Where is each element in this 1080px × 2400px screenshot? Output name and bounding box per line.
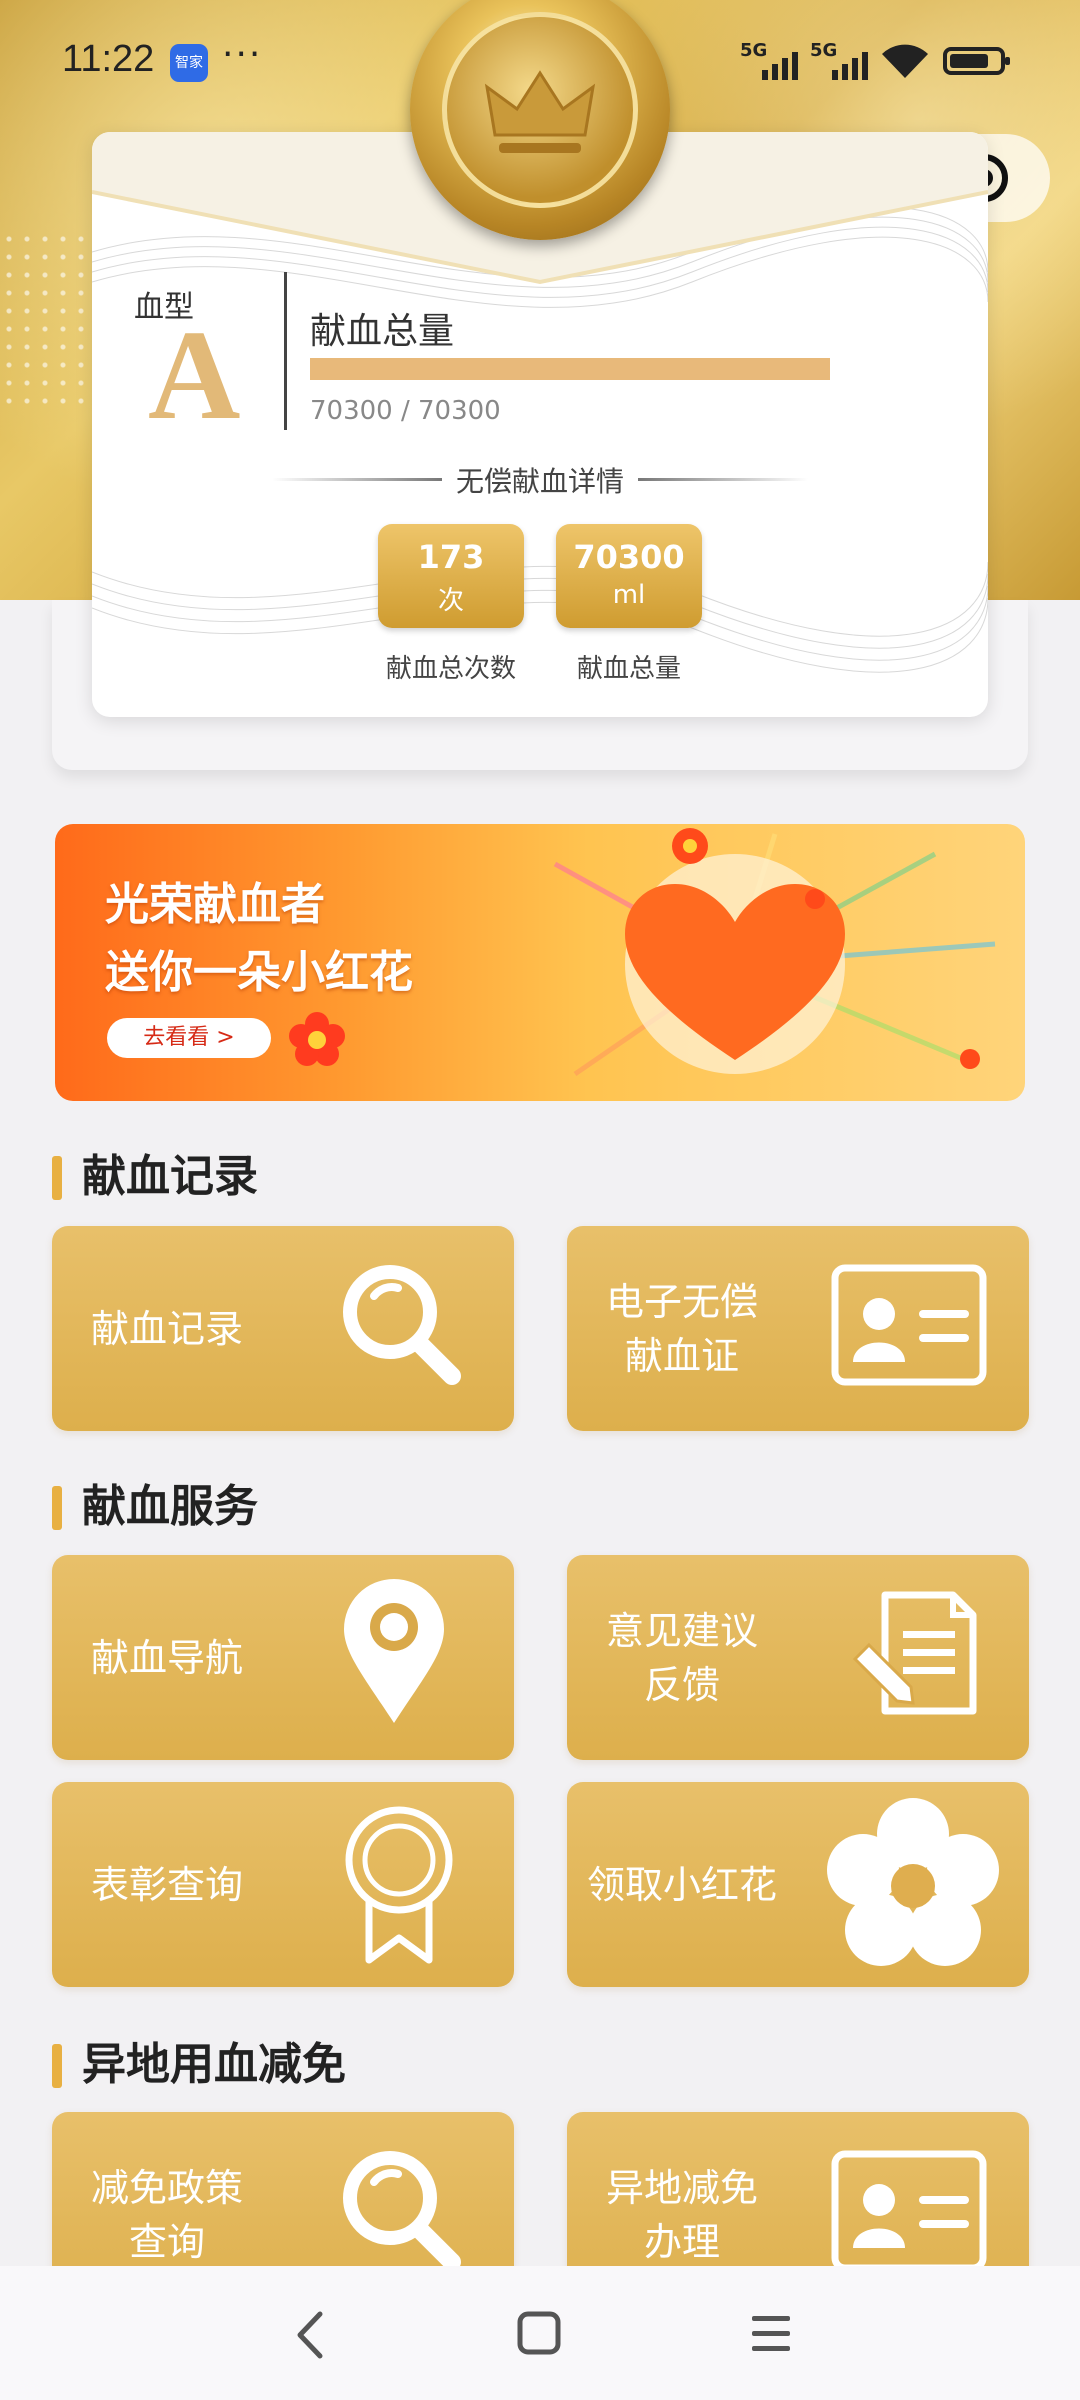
tile-label: 电子无偿 献血证 [605, 1279, 758, 1378]
status-more-icon: ··· [222, 34, 263, 75]
stat-count-badge: 173 次 [378, 524, 524, 628]
system-navigation-bar [0, 2266, 1080, 2400]
total-volume-value: 70300 / 70300 [310, 396, 501, 426]
tile-e-donation-certificate[interactable]: 电子无偿 献血证 [567, 1226, 1029, 1431]
signal-1-icon: 5G [740, 40, 802, 80]
app-notification-icon: 智家 [170, 44, 208, 82]
banner-go-button[interactable]: 去看看 > [107, 1018, 271, 1058]
total-volume-progress [310, 358, 830, 380]
total-volume-title: 献血总量 [310, 311, 455, 352]
magnifier-icon [343, 1265, 461, 1385]
stat-volume-unit: ml [612, 580, 646, 610]
id-card-icon [831, 2150, 987, 2272]
tile-label: 献血导航 [90, 1635, 243, 1680]
tile-label: 领取小红花 [586, 1862, 777, 1907]
signal-2-icon: 5G [810, 40, 872, 80]
banner-line-2: 送你一朵小红花 [105, 947, 413, 998]
stat-count-caption: 献血总次数 [385, 654, 516, 684]
flower-icon [827, 1798, 999, 1966]
tile-donation-records[interactable]: 献血记录 [52, 1226, 514, 1431]
detail-heading: 无偿献血详情 [92, 460, 988, 500]
section-title-donation-services: 献血服务 [52, 1480, 258, 1534]
card-divider [284, 272, 287, 430]
status-time: 11:22 [62, 38, 155, 80]
menu-icon[interactable] [748, 2310, 794, 2356]
stat-volume-badge: 70300 ml [556, 524, 702, 628]
tile-label: 献血记录 [90, 1306, 243, 1351]
blood-type-value: A [148, 304, 241, 446]
tile-commendation-query[interactable]: 表彰查询 [52, 1782, 514, 1987]
back-icon[interactable] [290, 2310, 330, 2360]
progress-fill [310, 358, 830, 380]
section-title-remote-blood-reduction: 异地用血减免 [52, 2038, 346, 2092]
section-title-donation-records: 献血记录 [52, 1150, 258, 1204]
location-pin-icon [344, 1579, 444, 1723]
award-ribbon-icon [345, 1806, 453, 1964]
home-icon[interactable] [516, 2310, 562, 2356]
wifi-icon [882, 44, 928, 78]
magnifier-icon [343, 2151, 461, 2271]
stat-volume-caption: 献血总量 [576, 654, 681, 684]
little-red-flower-banner[interactable]: 光荣献血者 送你一朵小红花 去看看 > [55, 824, 1025, 1101]
tile-claim-red-flower[interactable]: 领取小红花 [567, 1782, 1029, 1987]
tile-donation-navigation[interactable]: 献血导航 [52, 1555, 514, 1760]
stat-count-value: 173 [417, 538, 485, 576]
stat-volume-value: 70300 [573, 538, 685, 576]
banner-line-1: 光荣献血者 [105, 879, 325, 930]
tile-feedback[interactable]: 意见建议 反馈 [567, 1555, 1029, 1760]
tile-label: 意见建议 反馈 [605, 1608, 758, 1707]
tile-label: 表彰查询 [90, 1862, 243, 1907]
battery-icon [943, 47, 1010, 75]
red-flower-icon [289, 1012, 345, 1066]
heart-illustration-icon [553, 828, 996, 1077]
id-card-icon [831, 1264, 987, 1386]
stat-count-unit: 次 [437, 586, 464, 616]
document-edit-icon [852, 1591, 977, 1715]
